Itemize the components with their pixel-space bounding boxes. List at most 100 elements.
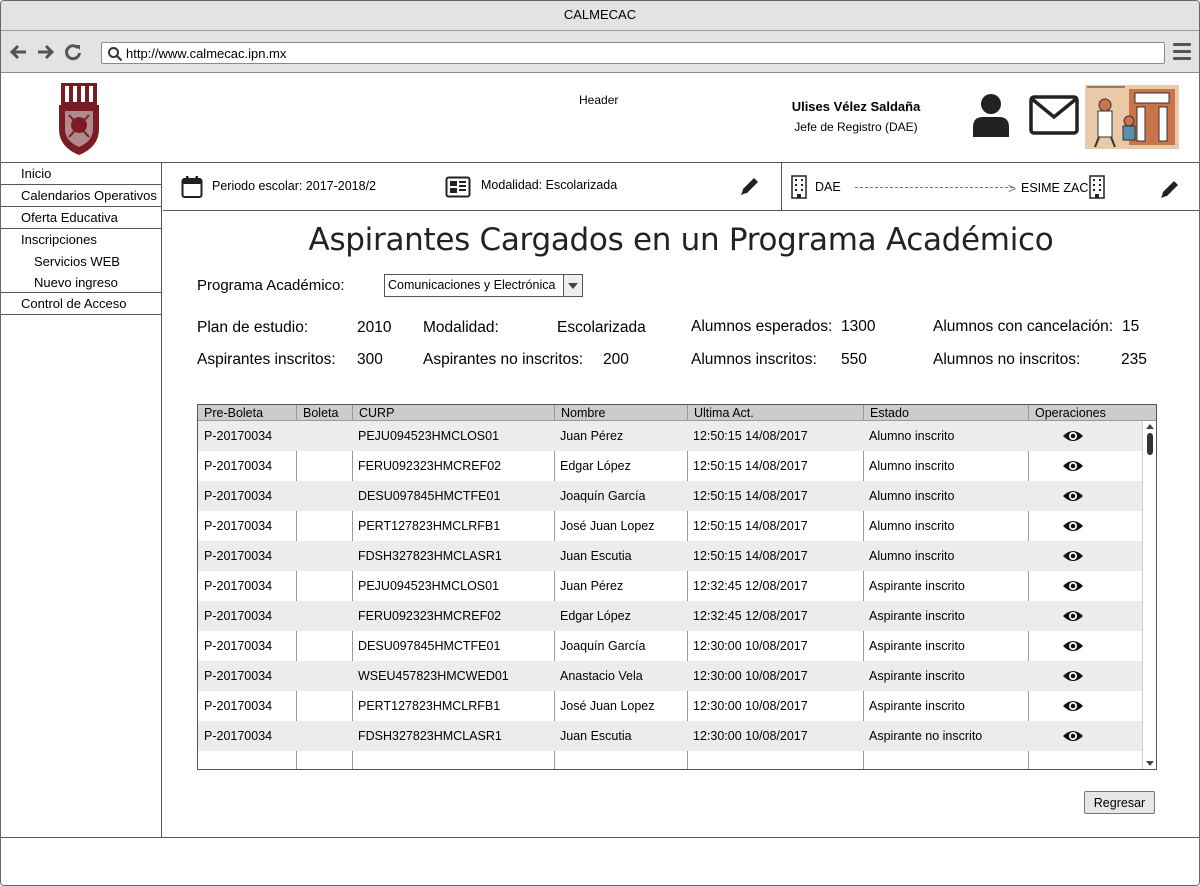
pre-boleta-cell: P-20170034 [204,549,273,563]
table-row[interactable]: P-20170034 FERU092323HMCREF02 Edgar López 1… [198,601,1142,631]
estado-cell: Aspirante inscrito [869,669,965,683]
scroll-up-icon[interactable] [1146,424,1154,429]
user-role: Jefe de Registro (DAE) [794,120,918,134]
eye-icon[interactable] [1062,729,1084,743]
eye-icon[interactable] [1062,579,1084,593]
sidebar-item-calendarios[interactable]: Calendarios Operativos [1,185,161,207]
reload-icon[interactable] [63,42,83,62]
browser-window: CALMECAC Header Ulises Vé [0,0,1200,886]
estado-cell: Alumno inscrito [869,519,955,533]
sidebar-item-control-acceso[interactable]: Control de Acceso [1,293,161,315]
nombre-cell: Joaquín García [560,639,646,653]
building-icon [791,175,807,199]
mail-icon[interactable] [1029,95,1079,135]
sidebar-item-inicio[interactable]: Inicio [1,163,161,185]
ultima-act-cell: 12:50:15 14/08/2017 [693,519,808,533]
boleta-cell [296,631,302,661]
scroll-down-icon[interactable] [1146,761,1154,766]
column-header[interactable]: Nombre [554,405,687,421]
curp-cell: FDSH327823HMCLASR1 [358,729,502,743]
table-row[interactable]: P-20170034 DESU097845HMCTFE01 Joaquín Garc… [198,631,1142,661]
transfer-arrow-line [855,187,1013,188]
boleta-cell [296,481,302,511]
table-row[interactable]: P-20170034 PERT127823HMCLRFB1 José Juan Lo… [198,511,1142,541]
ultima-act-cell: 12:50:15 14/08/2017 [693,549,808,563]
hamburger-menu-icon[interactable] [1173,43,1191,61]
pre-boleta-cell: P-20170034 [204,579,273,593]
column-header[interactable]: Operaciones [1028,405,1156,421]
pre-boleta-cell: P-20170034 [204,519,273,533]
aspirantes-table: P-20170034 PEJU094523HMCLOS01 Juan Pérez 12… [197,404,1157,770]
curp-cell: PERT127823HMCLRFB1 [358,519,501,533]
stat-value: 550 [841,351,867,368]
table-row[interactable]: P-20170034 PERT127823HMCLRFB1 José Juan Lo… [198,691,1142,721]
programa-selected-value: Comunicaciones y Electrónica [388,278,556,292]
table-scrollbar[interactable] [1142,421,1156,769]
stat-value: 15 [1122,318,1140,335]
sidebar-item-nuevo-ingreso[interactable]: Nuevo ingreso [1,272,161,293]
chevron-down-icon[interactable] [563,275,582,296]
forward-arrow-icon[interactable] [35,42,55,62]
stat-label: Aspirantes no inscritos: [423,351,584,368]
eye-icon[interactable] [1062,549,1084,563]
eye-icon[interactable] [1062,459,1084,473]
eye-icon[interactable] [1062,519,1084,533]
pre-boleta-cell: P-20170034 [204,609,273,623]
estado-cell: Aspirante inscrito [869,639,965,653]
table-row[interactable]: P-20170034 PEJU094523HMCLOS01 Juan Pérez 12… [198,421,1142,451]
programa-select[interactable]: Comunicaciones y Electrónica [384,274,583,297]
column-header[interactable]: Pre-Boleta [198,405,296,421]
edit-pencil-icon[interactable] [739,175,761,197]
stat-label: Alumnos inscritos: [691,351,817,368]
eye-icon[interactable] [1062,639,1084,653]
boleta-cell [296,571,302,601]
curp-cell: WSEU457823HMCWED01 [358,669,509,683]
regresar-button[interactable]: Regresar [1084,791,1155,814]
stat-label: Alumnos esperados: [691,318,833,335]
address-bar[interactable] [101,42,1165,64]
codex-illustration [1085,85,1179,149]
pre-boleta-cell: P-20170034 [204,669,273,683]
nombre-cell: Edgar López [560,459,631,473]
sidebar-item-servicios-web[interactable]: Servicios WEB [1,251,161,272]
boleta-cell [296,691,302,721]
estado-cell: Aspirante inscrito [869,579,965,593]
table-row[interactable]: P-20170034 FDSH327823HMCLASR1 Juan Escutia… [198,721,1142,751]
estado-cell: Alumno inscrito [869,459,955,473]
boleta-cell [296,421,302,451]
table-row[interactable]: P-20170034 DESU097845HMCTFE01 Joaquín Garc… [198,481,1142,511]
back-arrow-icon[interactable] [9,42,29,62]
eye-icon[interactable] [1062,669,1084,683]
stat-value: Escolarizada [557,319,646,336]
user-icon[interactable] [971,93,1011,137]
table-row[interactable]: P-20170034 FERU092323HMCREF02 Edgar López 1… [198,451,1142,481]
table-row[interactable]: P-20170034 PEJU094523HMCLOS01 Juan Pérez 12… [198,571,1142,601]
column-header[interactable]: Boleta [296,405,352,421]
nombre-cell: Joaquín García [560,489,646,503]
edit-pencil-icon[interactable] [1159,178,1181,200]
eye-icon[interactable] [1062,429,1084,443]
ultima-act-cell: 12:30:00 10/08/2017 [693,639,808,653]
scroll-thumb[interactable] [1147,433,1153,455]
table-row[interactable]: P-20170034 FDSH327823HMCLASR1 Juan Escutia… [198,541,1142,571]
eye-icon[interactable] [1062,609,1084,623]
browser-toolbar [1,31,1199,73]
stat-label: Alumnos con cancelación: [933,318,1114,335]
arrow-right-icon: > [1008,180,1017,196]
nombre-cell: José Juan Lopez [560,699,655,713]
user-name: Ulises Vélez Saldaña [791,99,921,114]
sidebar-item-inscripciones[interactable]: Inscripciones [1,229,161,251]
curp-cell: DESU097845HMCTFE01 [358,489,501,503]
eye-icon[interactable] [1062,699,1084,713]
eye-icon[interactable] [1062,489,1084,503]
column-header[interactable]: Estado [863,405,1028,421]
url-input[interactable] [126,44,1156,62]
table-row[interactable]: P-20170034 WSEU457823HMCWED01 Anastacio Ve… [198,661,1142,691]
ultima-act-cell: 12:30:00 10/08/2017 [693,699,808,713]
column-header[interactable]: Ultima Act. [687,405,863,421]
nombre-cell: José Juan Lopez [560,519,655,533]
column-header[interactable]: CURP [352,405,554,421]
sidebar-item-oferta[interactable]: Oferta Educativa [1,207,161,229]
estado-cell: Alumno inscrito [869,429,955,443]
nombre-cell: Edgar López [560,609,631,623]
